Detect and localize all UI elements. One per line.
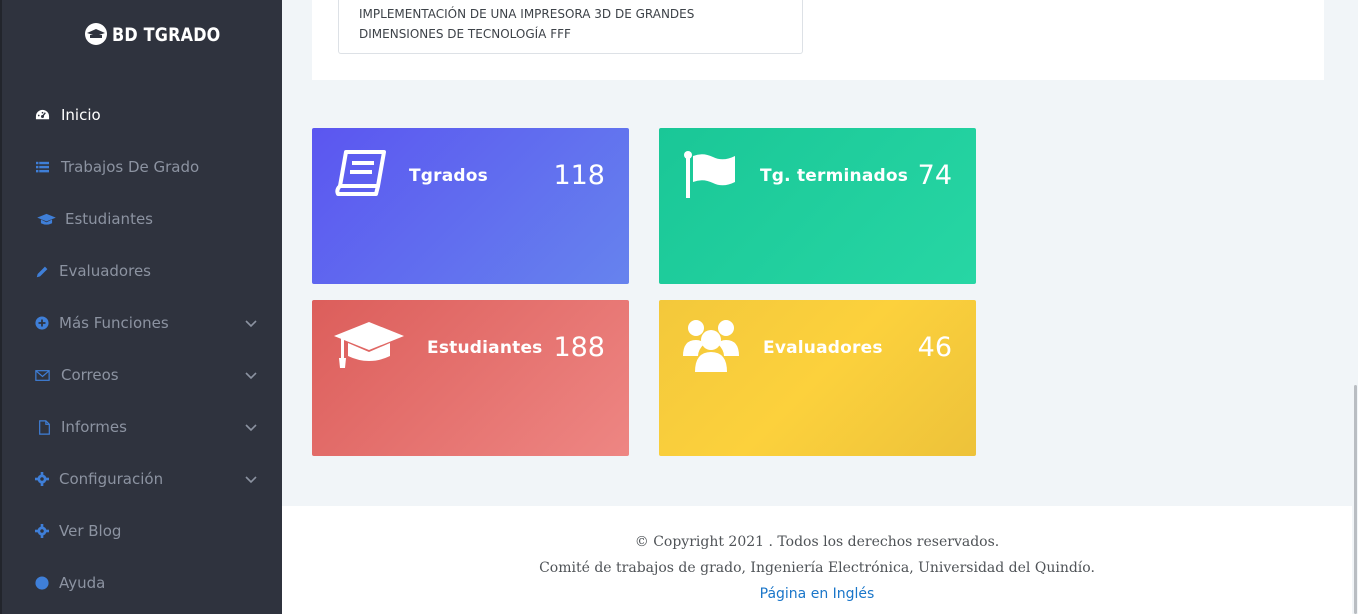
graduation-cap-icon	[36, 211, 56, 227]
chevron-down-icon	[245, 476, 257, 484]
sidebar-item-label: Estudiantes	[65, 210, 153, 228]
sidebar-item-label: Correos	[61, 366, 119, 384]
stat-value: 74	[917, 160, 952, 191]
brand-logo[interactable]: BD TGRADO	[84, 20, 220, 48]
scrollbar-thumb[interactable]	[1354, 385, 1357, 614]
stat-card-tgrados[interactable]: Tgrados 118	[312, 128, 629, 284]
chevron-down-icon	[245, 372, 257, 380]
pencil-icon	[34, 263, 50, 279]
copyright-text: © Copyright 2021 . Todos los derechos re…	[634, 534, 1000, 550]
file-icon	[36, 419, 52, 435]
stat-label: Estudiantes	[427, 338, 543, 358]
gear-icon	[34, 471, 50, 487]
chevron-down-icon	[245, 424, 257, 432]
brand-name: BD TGRADO	[112, 23, 221, 45]
sidebar-item-correos[interactable]: Correos	[2, 355, 282, 395]
sidebar-item-configuracion[interactable]: Configuración	[2, 459, 282, 499]
stat-card-terminados[interactable]: Tg. terminados 74	[659, 128, 976, 284]
sidebar: BD TGRADO Inicio Trabajos De Grado Estud…	[0, 0, 282, 614]
project-card: IMPLEMENTACIÓN DE UNA IMPRESORA 3D DE GR…	[312, 0, 1324, 80]
list-icon	[34, 159, 50, 175]
stat-label: Tg. terminados	[760, 166, 909, 186]
flag-icon	[684, 151, 735, 198]
chevron-down-icon	[245, 320, 257, 328]
stat-card-estudiantes[interactable]: Estudiantes 188	[312, 300, 629, 456]
plus-circle-icon	[34, 315, 50, 331]
project-title-line: IMPLEMENTACIÓN DE UNA IMPRESORA 3D DE GR…	[359, 7, 695, 21]
sidebar-item-label: Ver Blog	[59, 522, 122, 540]
stat-label: Tgrados	[409, 166, 488, 186]
sidebar-item-label: Configuración	[59, 470, 164, 488]
gear-icon	[34, 523, 50, 539]
sidebar-item-label: Trabajos De Grado	[61, 158, 200, 176]
english-page-link[interactable]: Página en Inglés	[282, 586, 1352, 602]
envelope-icon	[34, 367, 50, 383]
stat-value: 118	[553, 160, 605, 191]
graduation-cap-icon	[334, 322, 404, 368]
users-icon	[683, 320, 739, 372]
help-icon	[34, 575, 50, 591]
sidebar-item-ayuda[interactable]: Ayuda	[2, 563, 282, 603]
sidebar-item-inicio[interactable]: Inicio	[2, 95, 282, 135]
sidebar-item-label: Más Funciones	[59, 314, 169, 332]
dashboard-icon	[34, 107, 50, 123]
sidebar-item-evaluadores[interactable]: Evaluadores	[2, 251, 282, 291]
stat-label: Evaluadores	[763, 338, 883, 358]
stat-card-evaluadores[interactable]: Evaluadores 46	[659, 300, 976, 456]
project-title-line: DIMENSIONES DE TECNOLOGÍA FFF	[359, 27, 571, 41]
stat-value: 188	[553, 332, 605, 363]
scrollbar[interactable]	[1352, 0, 1358, 614]
project-title-box[interactable]: IMPLEMENTACIÓN DE UNA IMPRESORA 3D DE GR…	[338, 0, 803, 54]
sidebar-item-trabajos[interactable]: Trabajos De Grado	[2, 147, 282, 187]
graduation-cap-icon	[85, 23, 107, 45]
sidebar-item-label: Informes	[61, 418, 127, 436]
book-icon	[335, 150, 386, 196]
sidebar-item-ver-blog[interactable]: Ver Blog	[2, 511, 282, 551]
stat-value: 46	[917, 332, 952, 363]
sidebar-item-label: Evaluadores	[59, 262, 151, 280]
sidebar-item-label: Ayuda	[59, 574, 106, 592]
sidebar-item-estudiantes[interactable]: Estudiantes	[2, 199, 282, 239]
committee-text: Comité de trabajos de grado, Ingeniería …	[539, 560, 1095, 576]
footer: © Copyright 2021 . Todos los derechos re…	[282, 506, 1352, 614]
sidebar-item-label: Inicio	[61, 106, 101, 124]
sidebar-item-mas-funciones[interactable]: Más Funciones	[2, 303, 282, 343]
sidebar-item-informes[interactable]: Informes	[2, 407, 282, 447]
